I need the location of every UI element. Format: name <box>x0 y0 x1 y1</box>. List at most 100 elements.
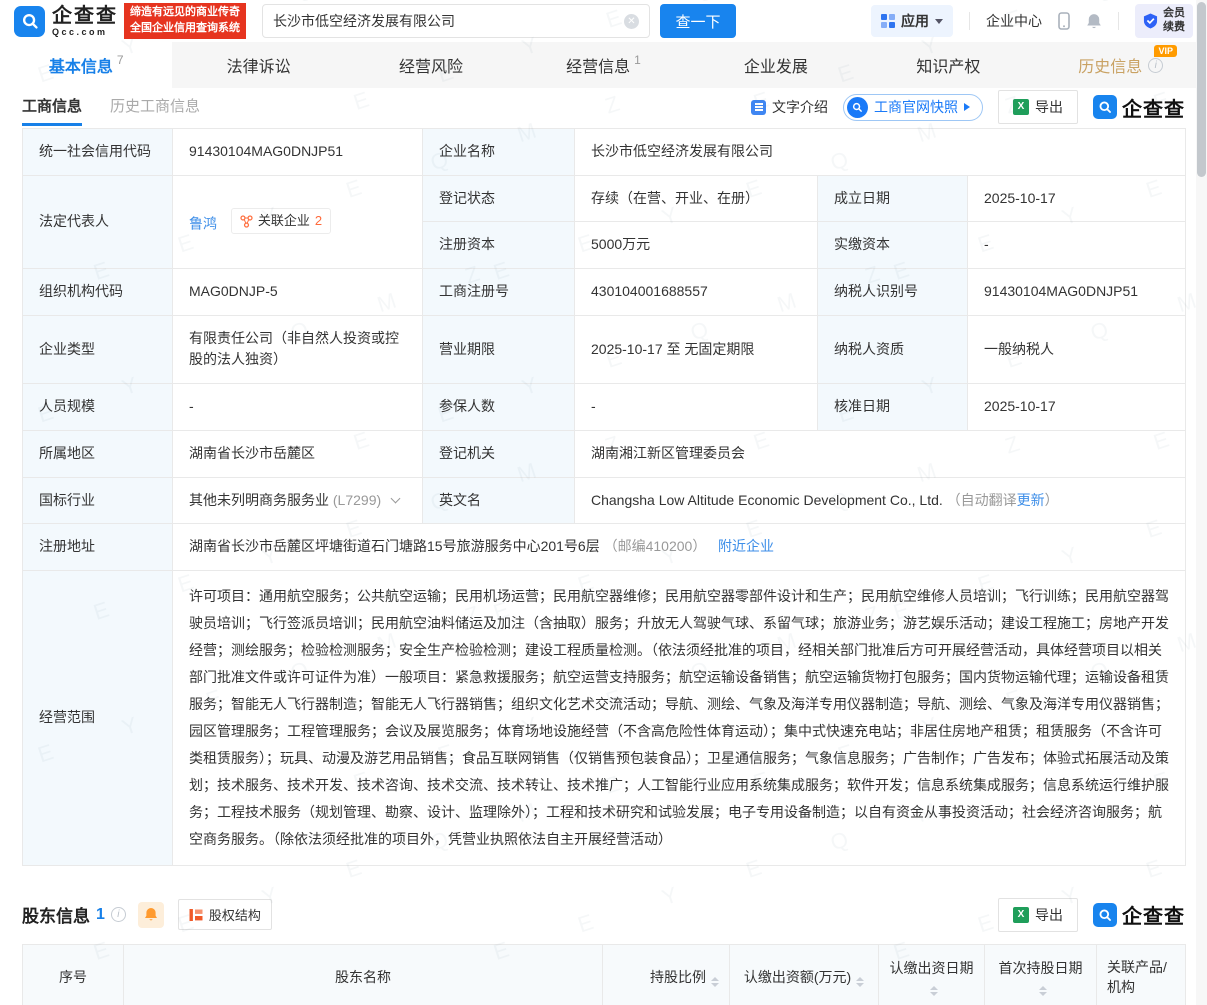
tab-label: 法律诉讼 <box>227 53 291 77</box>
search-box[interactable]: ✕ <box>262 4 650 38</box>
col-header-label: 认缴出资日期 <box>890 960 974 976</box>
col-header-subscribe-date[interactable]: 认缴出资日期 <box>879 944 985 1005</box>
export-button[interactable]: X 导出 <box>998 898 1078 932</box>
sort-icon[interactable] <box>856 977 864 987</box>
qcc-logo-text[interactable]: 企查查 Qcc.com <box>52 6 118 37</box>
field-value-company-type: 有限责任公司（非自然人投资或控股的法人独资） <box>173 315 423 383</box>
magnifier-icon <box>21 12 39 30</box>
table-row: 所属地区 湖南省长沙市岳麓区 登记机关 湖南湘江新区管理委员会 <box>23 430 1186 477</box>
tab-count: 7 <box>117 53 124 67</box>
subtab-history-business-info[interactable]: 历史工商信息 <box>110 88 200 126</box>
tab-history-info[interactable]: VIP 历史信息 i <box>1035 42 1207 88</box>
table-row: 人员规模 - 参保人数 - 核准日期 2025-10-17 <box>23 384 1186 431</box>
table-row: 法定代表人 鲁鸿 关联企业 2 登记状态 存续（在营、开业、在册） 成立日期 2… <box>23 175 1186 222</box>
col-header-ratio[interactable]: 持股比例 <box>603 944 730 1005</box>
member-label-line2: 续费 <box>1163 21 1185 35</box>
tab-operation-risk[interactable]: 经营风险 <box>345 42 517 88</box>
enterprise-center-link[interactable]: 企业中心 <box>986 11 1042 31</box>
sort-icon[interactable] <box>711 977 719 987</box>
qcc-logo-text: 企查查 <box>1122 900 1185 929</box>
field-label-established: 成立日期 <box>818 175 968 222</box>
related-companies-label: 关联企业 <box>258 211 310 231</box>
apps-menu-button[interactable]: 应用 <box>871 5 953 37</box>
scrollbar-track[interactable] <box>1196 0 1207 1005</box>
search-input[interactable] <box>273 13 624 29</box>
mobile-phone-icon[interactable] <box>1058 12 1070 30</box>
member-renew-button[interactable]: 会员 续费 <box>1135 4 1193 38</box>
main-tab-bar: 基本信息 7 法律诉讼 经营风险 经营信息 1 企业发展 知识产权 VIP 历史… <box>0 42 1207 88</box>
field-label-tax-quality: 纳税人资质 <box>818 315 968 383</box>
text-intro-button[interactable]: 文字介绍 <box>751 97 828 117</box>
info-circle-icon[interactable]: i <box>111 907 126 922</box>
field-label-company-type: 企业类型 <box>23 315 173 383</box>
brand-slogan: 缔造有远见的商业传奇 全国企业信用查询系统 <box>124 3 246 39</box>
snapshot-label: 工商官网快照 <box>874 97 958 117</box>
clear-search-icon[interactable]: ✕ <box>624 14 639 29</box>
field-value-status: 存续（在营、开业、在册） <box>575 175 818 222</box>
auto-translate-note-end: ） <box>1045 492 1059 508</box>
subtab-business-info[interactable]: 工商信息 <box>22 88 82 126</box>
text-intro-label: 文字介绍 <box>772 97 828 117</box>
field-value-established: 2025-10-17 <box>968 175 1186 222</box>
sort-icon[interactable] <box>1039 986 1047 996</box>
top-nav: 应用 企业中心 会员 续费 <box>871 4 1193 38</box>
official-snapshot-button[interactable]: 工商官网快照 <box>843 94 983 121</box>
grid-icon <box>881 14 895 28</box>
sort-icon[interactable] <box>930 986 938 996</box>
apps-label: 应用 <box>901 11 929 31</box>
shareholders-title: 股东信息 <box>22 902 90 927</box>
field-value-industry: 其他未列明商务服务业 (L7299) <box>173 477 423 524</box>
legal-rep-link[interactable]: 鲁鸿 <box>189 216 217 232</box>
document-icon <box>751 100 766 115</box>
col-header-first-date[interactable]: 首次持股日期 <box>985 944 1097 1005</box>
field-label-english-name: 英文名 <box>423 477 575 524</box>
scrollbar-thumb[interactable] <box>1197 2 1206 177</box>
related-companies-badge[interactable]: 关联企业 2 <box>231 208 331 234</box>
table-row: 国标行业 其他未列明商务服务业 (L7299) 英文名 Changsha Low… <box>23 477 1186 524</box>
qcc-logo-icon[interactable] <box>14 6 45 37</box>
qcc-logo-icon <box>1093 903 1117 927</box>
divider <box>1118 12 1119 30</box>
tab-legal-litigation[interactable]: 法律诉讼 <box>172 42 344 88</box>
org-chart-icon <box>189 908 203 922</box>
field-label-reg-no: 工商注册号 <box>423 269 575 316</box>
export-button[interactable]: X 导出 <box>998 90 1078 124</box>
equity-structure-button[interactable]: 股权结构 <box>178 899 272 930</box>
field-label-authority: 登记机关 <box>423 430 575 477</box>
related-companies-count: 2 <box>315 211 322 231</box>
tab-intellectual-property[interactable]: 知识产权 <box>862 42 1034 88</box>
field-value-staff-size: - <box>173 384 423 431</box>
table-row: 统一社会信用代码 91430104MAG0DNJP51 企业名称 长沙市低空经济… <box>23 129 1186 176</box>
logo-subtitle: Qcc.com <box>52 28 118 37</box>
excel-icon: X <box>1013 907 1029 923</box>
col-header-amount[interactable]: 认缴出资额(万元) <box>730 944 879 1005</box>
monitor-bell-button[interactable] <box>138 902 164 928</box>
search-button[interactable]: 查一下 <box>660 4 736 38</box>
field-value-tax-quality: 一般纳税人 <box>968 315 1186 383</box>
qcc-logo-text: 企查查 <box>1122 93 1185 122</box>
qcc-logo-icon <box>1093 95 1117 119</box>
field-label-uscc: 统一社会信用代码 <box>23 129 173 176</box>
tab-label: 经营信息 <box>566 53 630 77</box>
shareholders-header: 股东信息 1 i 股权结构 X 导出 企查查 <box>22 898 1185 932</box>
table-row: 经营范围 许可项目：通用航空服务；公共航空运输；民用机场运营；民用航空器维修；民… <box>23 570 1186 865</box>
info-circle-icon[interactable]: i <box>1148 58 1163 73</box>
field-value-region: 湖南省长沙市岳麓区 <box>173 430 423 477</box>
table-header-row: 序号 股东名称 持股比例 认缴出资额(万元) 认缴出资日期 首次持股日期 关联产… <box>23 944 1186 1005</box>
shareholders-count: 1 <box>96 906 105 924</box>
equity-structure-label: 股权结构 <box>209 905 261 924</box>
tab-operation-info[interactable]: 经营信息 1 <box>517 42 689 88</box>
chevron-down-icon[interactable] <box>391 493 401 503</box>
slogan-line2: 全国企业信用查询系统 <box>130 21 240 37</box>
tab-label: 基本信息 <box>49 53 113 77</box>
tab-basic-info[interactable]: 基本信息 7 <box>0 42 172 88</box>
notification-bell-icon[interactable] <box>1086 13 1102 30</box>
field-value-legal-rep: 鲁鸿 关联企业 2 <box>173 175 423 268</box>
tab-company-development[interactable]: 企业发展 <box>690 42 862 88</box>
field-label-staff-size: 人员规模 <box>23 384 173 431</box>
auto-translate-note: （自动翻译 <box>947 492 1017 508</box>
industry-code: (L7299) <box>333 492 381 508</box>
translate-update-link[interactable]: 更新 <box>1017 492 1045 508</box>
nearby-companies-link[interactable]: 附近企业 <box>718 538 774 554</box>
vip-badge: VIP <box>1154 45 1177 57</box>
